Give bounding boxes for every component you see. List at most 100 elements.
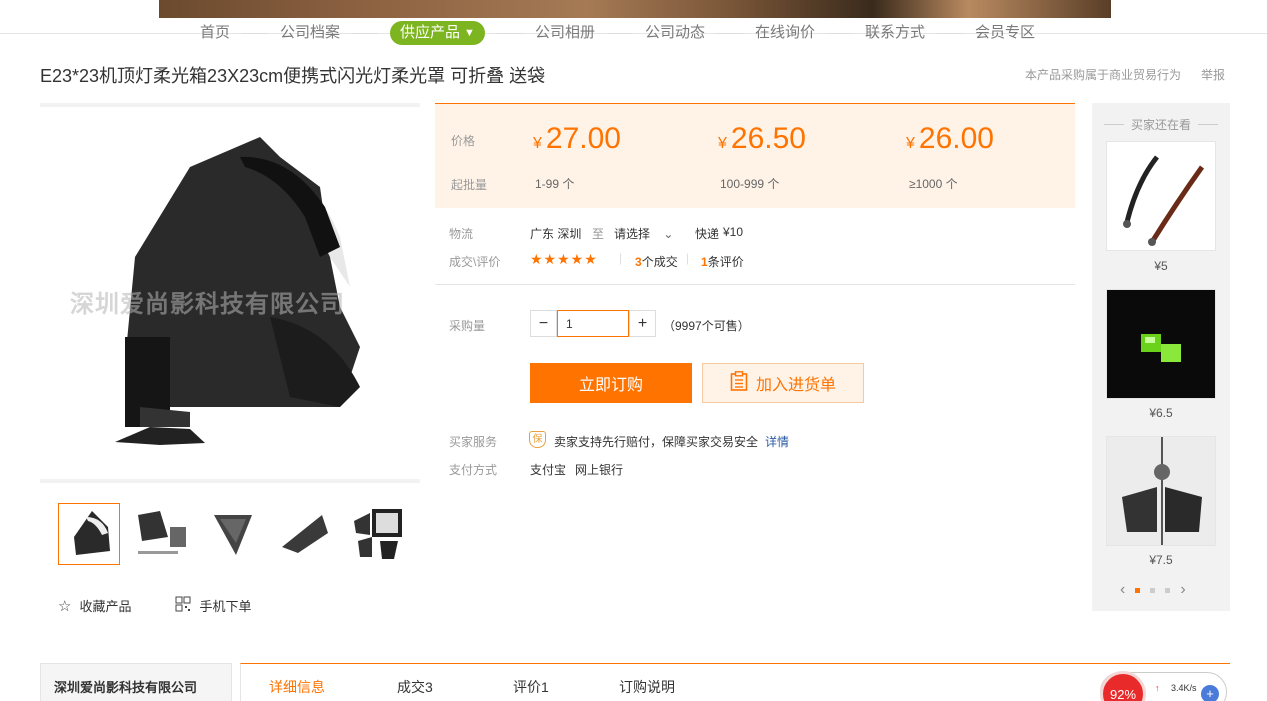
nav-separator <box>826 32 853 34</box>
thumbnail[interactable] <box>202 503 264 565</box>
company-name-box[interactable]: 深圳爱尚影科技有限公司 <box>40 663 232 701</box>
buyer-service-label: 买家服务 <box>449 435 498 449</box>
destination-select[interactable]: 请选择 ⌄ <box>614 225 673 242</box>
tab-reviews[interactable]: 评价1 <box>513 677 549 697</box>
add-to-cart-button[interactable]: 加入进货单 <box>702 363 864 403</box>
level-cube-image <box>1141 334 1181 362</box>
tab-order-notes[interactable]: 订购说明 <box>619 677 675 697</box>
thumbnail-strip <box>58 503 408 565</box>
recommended-price: ¥7.5 <box>1149 553 1173 567</box>
favorite-button[interactable]: ☆ 收藏产品 <box>58 596 131 615</box>
chevron-right-icon[interactable]: › <box>1180 581 1185 599</box>
thumbnail[interactable] <box>130 503 192 565</box>
price-value: 26.00 <box>918 122 994 155</box>
thumbnail-image <box>138 511 186 554</box>
star-outline-icon: ☆ <box>58 597 72 615</box>
price-tier-3: ¥26.00 <box>906 122 994 156</box>
thumbnail[interactable] <box>58 503 120 565</box>
caret-down-icon: ▼ <box>464 27 475 39</box>
deals-divider: | <box>686 251 690 265</box>
thumbnail-image <box>282 515 328 553</box>
chevron-left-icon[interactable]: ‹ <box>1120 581 1125 599</box>
buy-now-button[interactable]: 立即订购 <box>530 363 692 403</box>
nav-item-news[interactable]: 公司动态 <box>645 20 705 46</box>
ship-from: 广东 深圳 <box>530 227 582 241</box>
nav-item-album[interactable]: 公司相册 <box>535 20 595 46</box>
review-count-link[interactable]: 1条评价 <box>701 253 744 270</box>
also-viewed-sidebar: 买家还在看 ¥5 ¥6.5 ¥7.5 ‹ › <box>1092 103 1230 611</box>
nav-item-products[interactable]: 供应产品 ▼ <box>390 21 485 45</box>
currency-symbol: ¥ <box>533 135 542 152</box>
payment-bank: 网上银行 <box>575 463 624 477</box>
recommended-price: ¥6.5 <box>1149 406 1173 420</box>
recommended-price: ¥5 <box>1154 259 1168 273</box>
main-product-image[interactable]: 深圳爱尚影科技有限公司 <box>40 103 420 483</box>
pager-dot[interactable] <box>1135 587 1141 593</box>
deals-divider: | <box>619 251 623 265</box>
strap-image <box>1123 155 1205 246</box>
payment-label: 支付方式 <box>449 463 498 477</box>
report-link[interactable]: 举报 <box>1201 66 1225 83</box>
recommended-item[interactable] <box>1106 436 1216 546</box>
nav-item-inquiry[interactable]: 在线询价 <box>755 20 815 46</box>
logistics-label: 物流 <box>449 227 474 241</box>
price-label: 价格 <box>451 134 476 148</box>
tab-details[interactable]: 详细信息 <box>269 677 325 697</box>
express-label: 快递 <box>695 227 720 241</box>
destination-select-label: 请选择 <box>614 227 651 241</box>
pager-dot[interactable] <box>1150 587 1156 593</box>
nav-item-company-profile[interactable]: 公司档案 <box>280 20 340 46</box>
qty-range-1: 1-99 个 <box>535 177 575 191</box>
deal-count-text: 个成交 <box>641 255 678 269</box>
speed-widget[interactable]: 92% ↑ 3.4K/s + <box>1100 671 1227 701</box>
top-banner-image <box>159 0 1111 18</box>
sidebar-pager: ‹ › <box>1120 581 1186 599</box>
review-count: 1 <box>701 255 708 269</box>
service-detail-link[interactable]: 详情 <box>765 433 789 450</box>
service-text: 卖家支持先行赔付，保障买家交易安全 <box>554 435 759 449</box>
shop-nav: 首页 公司档案 供应产品 ▼ 公司相册 公司动态 在线询价 联系方式 会员专区 <box>200 20 1035 46</box>
stock-available: （9997个可售） <box>663 319 750 333</box>
increment-button[interactable]: + <box>629 310 656 337</box>
nav-separator <box>352 32 379 34</box>
section-divider <box>435 284 1075 285</box>
pager-dot[interactable] <box>1165 587 1171 593</box>
nav-item-members[interactable]: 会员专区 <box>975 20 1035 46</box>
image-watermark: 深圳爱尚影科技有限公司 <box>70 291 345 318</box>
nav-item-contact[interactable]: 联系方式 <box>865 20 925 46</box>
qty-range-2: 100-999 个 <box>720 177 780 191</box>
favorite-label: 收藏产品 <box>79 599 132 614</box>
deal-count: 3 <box>635 255 642 269</box>
deals-label: 成交\评价 <box>449 255 501 269</box>
product-title: E23*23机顶灯柔光箱23X23cm便携式闪光灯柔光罩 可折叠 送袋 <box>40 66 546 86</box>
quantity-label: 采购量 <box>449 319 486 333</box>
currency-symbol: ¥ <box>906 135 915 152</box>
nav-separator <box>606 32 633 34</box>
nav-separator <box>937 32 963 34</box>
title-meta: 本产品采购属于商业贸易行为 举报 <box>1025 66 1225 83</box>
thumbnail[interactable] <box>346 503 408 565</box>
sidebar-title: 买家还在看 <box>1092 116 1230 133</box>
chevron-down-icon: ⌄ <box>663 227 674 241</box>
thumbnail[interactable] <box>274 503 336 565</box>
nav-separator <box>716 32 743 34</box>
plus-icon[interactable]: + <box>1201 685 1219 701</box>
deal-count-link[interactable]: 3个成交 <box>635 253 678 270</box>
gallery-actions: ☆ 收藏产品 手机下单 <box>58 596 251 615</box>
nav-separator <box>242 32 269 34</box>
price-tier-1: ¥27.00 <box>533 122 621 156</box>
mobile-order-button[interactable]: 手机下单 <box>175 596 251 615</box>
quantity-stepper: − + <box>530 310 656 337</box>
quantity-input[interactable] <box>557 310 629 337</box>
network-speed: 3.4K/s <box>1171 683 1197 693</box>
price-tier-2: ¥26.50 <box>718 122 806 156</box>
nav-item-home[interactable]: 首页 <box>200 20 230 46</box>
thumbnail-image <box>354 509 402 559</box>
tab-deals[interactable]: 成交3 <box>397 677 433 697</box>
detail-tabs: 详细信息 成交3 评价1 订购说明 <box>240 663 1230 701</box>
recommended-item[interactable] <box>1106 289 1216 399</box>
trade-note: 本产品采购属于商业贸易行为 <box>1024 68 1181 82</box>
recommended-item[interactable] <box>1106 141 1216 251</box>
review-count-text: 条评价 <box>707 255 744 269</box>
decrement-button[interactable]: − <box>530 310 557 337</box>
